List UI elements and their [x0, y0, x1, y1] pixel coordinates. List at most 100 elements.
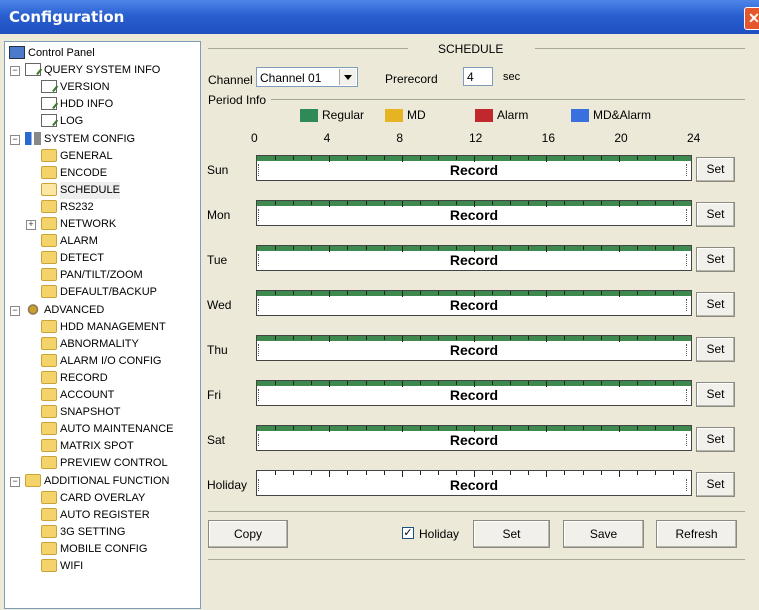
tree-item[interactable]: − ADVANCED: [5, 302, 198, 319]
tree-item[interactable]: GENERAL: [5, 148, 198, 165]
tree-item[interactable]: AUTO REGISTER: [5, 507, 198, 524]
hour-tick: [636, 291, 638, 295]
hour-tick: [275, 336, 277, 340]
tree-item[interactable]: Control Panel: [5, 45, 198, 62]
tree-item[interactable]: HDD MANAGEMENT: [5, 319, 198, 336]
day-timeline[interactable]: Record: [256, 200, 692, 226]
legend-swatch: [300, 109, 318, 122]
day-timeline[interactable]: Record: [256, 290, 692, 316]
hour-tick: [455, 426, 457, 430]
hour-tick: [419, 381, 421, 385]
period-info-rule: [271, 99, 745, 100]
day-timeline[interactable]: Record: [256, 335, 692, 361]
tree-item[interactable]: MOBILE CONFIG: [5, 541, 198, 558]
folder-icon: [41, 422, 57, 436]
tree-item[interactable]: ALARM: [5, 233, 198, 250]
document-icon: [41, 114, 57, 128]
tree-item[interactable]: PAN/TILT/ZOOM: [5, 267, 198, 284]
tree-item[interactable]: RECORD: [5, 370, 198, 387]
close-button[interactable]: ✕: [744, 7, 759, 30]
tree-item-label: NETWORK: [60, 218, 117, 230]
prerecord-value: 4: [467, 70, 474, 84]
hour-tick: [347, 336, 349, 340]
day-set-button[interactable]: Set: [696, 427, 735, 452]
tree-item[interactable]: + NETWORK: [5, 216, 198, 233]
set-button[interactable]: Set: [473, 520, 550, 548]
tree-item[interactable]: PREVIEW CONTROL: [5, 455, 198, 472]
day-timeline[interactable]: Record: [256, 470, 692, 496]
tree-item[interactable]: DEFAULT/BACKUP: [5, 284, 198, 301]
folder-icon: [41, 370, 57, 384]
hour-tick: [672, 381, 674, 385]
day-set-button[interactable]: Set: [696, 337, 735, 362]
chevron-down-icon[interactable]: [339, 69, 356, 85]
collapse-icon[interactable]: −: [10, 66, 20, 77]
copy-button[interactable]: Copy: [208, 520, 288, 548]
tree-item-label: CARD OVERLAY: [60, 491, 146, 504]
hour-tick: [419, 426, 421, 430]
day-timeline[interactable]: Record: [256, 425, 692, 451]
refresh-button[interactable]: Refresh: [656, 520, 737, 548]
tree-item[interactable]: SNAPSHOT: [5, 404, 198, 421]
tree-item-label: ABNORMALITY: [60, 337, 139, 350]
tree-item[interactable]: − QUERY SYSTEM INFO: [5, 62, 198, 79]
tree-item[interactable]: ALARM I/O CONFIG: [5, 353, 198, 370]
day-set-button[interactable]: Set: [696, 247, 735, 272]
channel-select[interactable]: Channel 01: [256, 67, 358, 87]
hour-tick: [275, 156, 277, 160]
hour-tick: [383, 426, 385, 430]
hour-tick: [492, 471, 494, 475]
hour-tick: [654, 201, 656, 205]
folder-icon: [41, 234, 57, 248]
tree-item[interactable]: ENCODE: [5, 165, 198, 182]
hour-tick-label: 4: [323, 131, 331, 145]
day-timeline[interactable]: Record: [256, 245, 692, 271]
prerecord-input[interactable]: 4: [463, 67, 493, 86]
tree-item[interactable]: AUTO MAINTENANCE: [5, 421, 198, 438]
title-bar[interactable]: Configuration ✕: [0, 0, 759, 34]
tree-item[interactable]: WIFI: [5, 558, 198, 575]
day-set-button[interactable]: Set: [696, 202, 735, 227]
tree-item[interactable]: SCHEDULE: [5, 181, 198, 199]
save-button[interactable]: Save: [563, 520, 644, 548]
collapse-icon[interactable]: −: [10, 305, 20, 316]
hour-tick: [564, 381, 566, 385]
tree-item[interactable]: ABNORMALITY: [5, 336, 198, 353]
tree-item[interactable]: − ADDITIONAL FUNCTION: [5, 473, 198, 490]
day-set-button[interactable]: Set: [696, 157, 735, 182]
collapse-icon[interactable]: −: [10, 476, 20, 487]
day-set-button[interactable]: Set: [696, 472, 735, 497]
document-icon: [25, 63, 41, 77]
folder-icon: [41, 353, 57, 367]
day-timeline[interactable]: Record: [256, 380, 692, 406]
hour-tick-label: 24: [687, 131, 701, 145]
expand-icon[interactable]: +: [26, 220, 36, 230]
tree-item[interactable]: DETECT: [5, 250, 198, 267]
channel-select-value: Channel 01: [260, 71, 322, 85]
tree-item[interactable]: ACCOUNT: [5, 387, 198, 404]
tree-item[interactable]: MATRIX SPOT: [5, 438, 198, 455]
tree-item-label: AUTO REGISTER: [60, 508, 150, 521]
hour-tick: [510, 201, 512, 205]
tree-item[interactable]: LOG: [5, 113, 198, 130]
tree-item[interactable]: RS232: [5, 199, 198, 216]
tree-item-label: HDD INFO: [60, 98, 114, 111]
hour-tick: [275, 426, 277, 430]
hour-tick-label: 8: [396, 131, 404, 145]
tree-item[interactable]: VERSION: [5, 79, 198, 96]
tree-item[interactable]: HDD INFO: [5, 96, 198, 113]
collapse-icon[interactable]: −: [10, 134, 20, 145]
hour-tick: [564, 201, 566, 205]
tree-item[interactable]: CARD OVERLAY: [5, 490, 198, 507]
day-timeline[interactable]: Record: [256, 155, 692, 181]
day-set-button[interactable]: Set: [696, 292, 735, 317]
tree-item[interactable]: 3G SETTING: [5, 524, 198, 541]
tree-item[interactable]: − SYSTEM CONFIG: [5, 131, 198, 148]
holiday-checkbox[interactable]: ✓: [402, 527, 414, 539]
tree-item-label: DEFAULT/BACKUP: [60, 286, 157, 299]
hour-tick: [383, 156, 385, 160]
day-set-button[interactable]: Set: [696, 382, 735, 407]
hour-tick: [419, 246, 421, 250]
hour-tick: [636, 336, 638, 340]
folder-icon: [41, 490, 57, 504]
